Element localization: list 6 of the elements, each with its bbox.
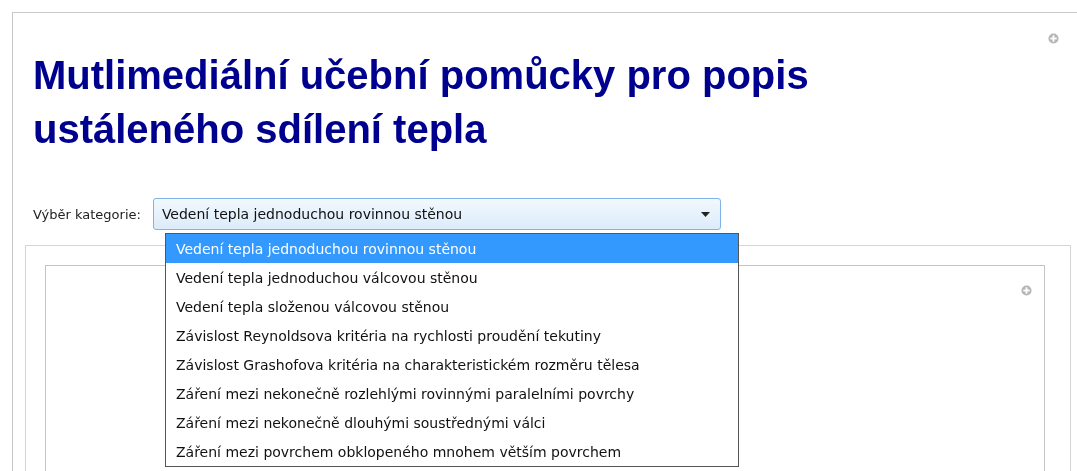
caret-icon [700, 211, 710, 217]
category-select[interactable]: Vedení tepla jednoduchou rovinnou stěnou [152, 198, 721, 230]
add-icon[interactable] [1048, 33, 1059, 44]
page-title: Mutlimediální učební pomůcky pro popis ustáleného sdílení tepla [33, 52, 810, 153]
add-icon[interactable] [1021, 285, 1032, 296]
category-label: Výběr kategorie: [33, 206, 141, 222]
